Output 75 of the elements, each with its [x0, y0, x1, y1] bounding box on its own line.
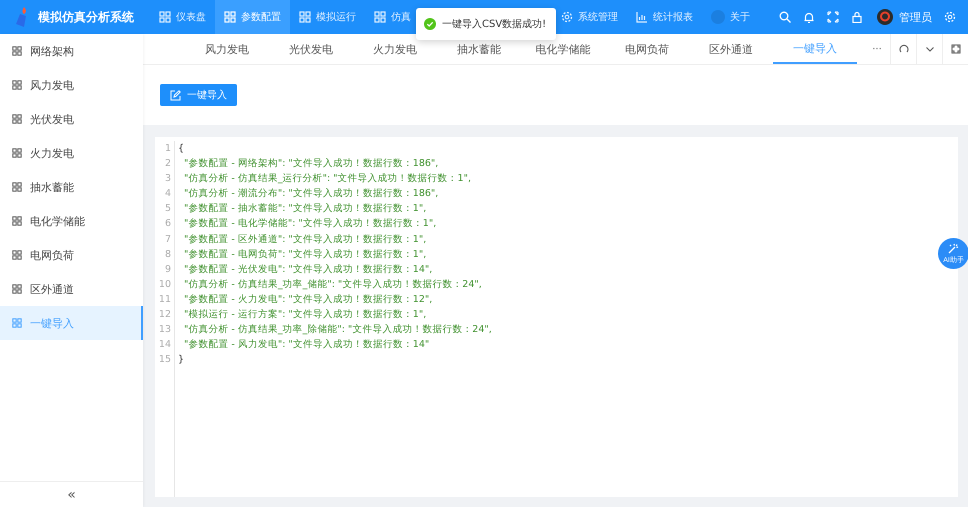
sidebar-item[interactable]: 网络架构	[0, 34, 143, 68]
code-line: "参数配置 - 区外通道": "文件导入成功！数据行数：1",	[183, 232, 426, 247]
avatar-icon	[877, 9, 893, 25]
grid-icon	[374, 11, 386, 23]
sidebar-item[interactable]: 电网负荷	[0, 238, 143, 272]
fullscreen-icon[interactable]	[827, 11, 839, 23]
app-title: 模拟仿真分析系统	[38, 8, 134, 26]
sidebar-item[interactable]: 区外通道	[0, 272, 143, 306]
chevron-down-icon	[924, 44, 934, 54]
code-line: "仿真分析 - 仿真结果_功率_除储能": "文件导入成功！数据行数：24",	[183, 323, 492, 338]
grid-icon	[12, 46, 22, 56]
code-line: {	[178, 142, 184, 156]
code-line: "仿真分析 - 仿真结果_运行分析": "文件导入成功！数据行数：1",	[183, 172, 471, 186]
code-line: "参数配置 - 光伏发电": "文件导入成功！数据行数：14",	[183, 262, 432, 277]
line-number: 15	[158, 353, 171, 368]
grid-icon	[12, 284, 22, 294]
code-line: "参数配置 - 火力发电": "文件导入成功！数据行数：12",	[183, 292, 432, 307]
grid-icon	[12, 114, 22, 124]
tab[interactable]: 光伏发电	[269, 34, 353, 64]
line-number: 10	[158, 278, 171, 292]
sidebar-item[interactable]: 风力发电	[0, 68, 143, 102]
sidebar-item[interactable]: 抽水蓄能	[0, 170, 143, 204]
line-number: 14	[158, 338, 171, 352]
grid-icon	[12, 182, 22, 192]
line-number: 11	[158, 292, 171, 307]
success-icon	[424, 18, 436, 30]
code-line: "参数配置 - 电网负荷": "文件导入成功！数据行数：1",	[183, 248, 426, 262]
search-icon[interactable]	[779, 11, 791, 23]
line-number: 12	[158, 308, 171, 322]
grid-icon	[299, 11, 311, 23]
line-number: 2	[164, 157, 171, 172]
code-line: "参数配置 - 风力发电": "文件导入成功！数据行数：14"	[183, 338, 430, 352]
tab[interactable]: 区外通道	[689, 34, 773, 64]
edit-icon	[170, 90, 181, 100]
tab[interactable]: 风力发电	[185, 34, 269, 64]
grid-icon	[12, 148, 22, 158]
maximize-icon	[950, 44, 960, 54]
tab[interactable]: 电网负荷	[605, 34, 689, 64]
line-number: 13	[158, 323, 171, 338]
sidebar-item[interactable]: 电化学储能	[0, 204, 143, 238]
grid-icon	[12, 318, 22, 328]
line-number: 4	[164, 187, 171, 202]
code-line: "参数配置 - 抽水蓄能": "文件导入成功！数据行数：1",	[183, 202, 426, 216]
sidebar-item[interactable]: 火力发电	[0, 136, 143, 170]
line-number: 3	[164, 172, 171, 186]
grid-icon	[224, 11, 236, 23]
magic-wand-icon	[948, 242, 959, 254]
tab[interactable]: 电化学储能	[521, 34, 605, 64]
line-number: 7	[164, 232, 171, 247]
grid-icon	[12, 250, 22, 260]
bell-icon[interactable]	[803, 11, 815, 23]
grid-icon	[12, 80, 22, 90]
grid-icon	[12, 216, 22, 226]
code-line: "仿真分析 - 潮流分布": "文件导入成功！数据行数：186",	[183, 187, 438, 202]
code-line: "参数配置 - 电化学储能": "文件导入成功！数据行数：1",	[183, 217, 436, 232]
sidebar-item[interactable]: 光伏发电	[0, 102, 143, 136]
code-line: "参数配置 - 网络架构": "文件导入成功！数据行数：186",	[183, 157, 438, 172]
circle-icon	[711, 10, 725, 24]
gear-icon	[561, 11, 573, 23]
line-number: 5	[164, 202, 171, 216]
bar-chart-icon	[636, 11, 648, 23]
line-number: 6	[164, 217, 171, 232]
collapse-button[interactable]: «	[65, 488, 78, 502]
settings-icon[interactable]	[944, 11, 956, 23]
grid-icon	[159, 11, 171, 23]
code-line: "仿真分析 - 仿真结果_功率_储能": "文件导入成功！数据行数：24",	[183, 278, 482, 292]
line-number: 8	[164, 248, 171, 262]
code-line: "模拟运行 - 运行方案": "文件导入成功！数据行数：1",	[183, 308, 426, 322]
line-number: 9	[164, 262, 171, 277]
tab[interactable]: 火力发电	[353, 34, 437, 64]
refresh-icon	[898, 44, 908, 54]
lock-icon[interactable]	[851, 11, 863, 23]
line-number: 1	[164, 142, 171, 156]
code-line: }	[178, 353, 184, 368]
toast-message: 一键导入CSV数据成功!	[442, 18, 546, 31]
